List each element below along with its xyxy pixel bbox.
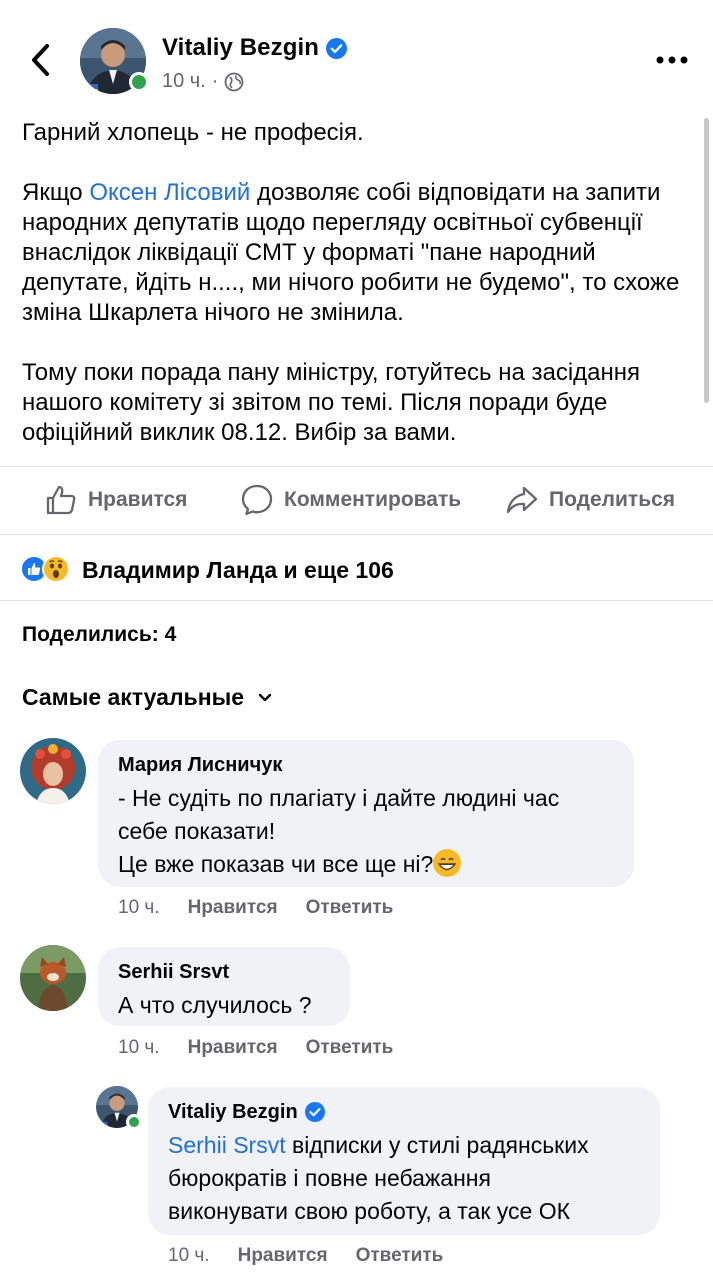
reactions-summary[interactable]: Владимир Ланда и еще 106 — [0, 534, 713, 600]
author-avatar[interactable] — [80, 28, 149, 94]
reply-bubble: Vitaliy Bezgin Serhii Srsvt відписки у с… — [148, 1087, 660, 1235]
back-button[interactable] — [22, 40, 58, 80]
comment-time[interactable]: 10 ч. — [118, 1037, 160, 1059]
reply-like-button[interactable]: Нравится — [238, 1245, 328, 1267]
chevron-left-icon — [32, 44, 49, 76]
reply-avatar-wrap[interactable] — [96, 1086, 142, 1130]
like-label: Нравится — [88, 488, 188, 511]
online-status-dot — [129, 72, 149, 92]
comment-bubble: Serhii Srsvt А что случилось ? — [98, 947, 350, 1026]
globe-icon — [225, 72, 244, 91]
comment-text: - Не судіть по плагіату і дайте людині ч… — [118, 785, 560, 877]
comment-author[interactable]: Мария Лисничук — [118, 752, 614, 778]
verified-badge-icon — [326, 37, 348, 59]
more-options-button[interactable] — [655, 48, 689, 72]
grinning-face-icon — [433, 849, 462, 877]
meta-separator: · — [211, 70, 219, 92]
wow-icon — [42, 555, 70, 583]
comment-bubble-icon — [241, 484, 273, 516]
post-header: Vitaliy Bezgin 10 ч. · — [0, 0, 713, 110]
commenter-avatar[interactable] — [20, 945, 86, 1011]
reply-meta: 10 ч. Нравится Ответить — [168, 1245, 443, 1267]
online-status-dot — [126, 1114, 142, 1130]
comment-author[interactable]: Serhii Srsvt — [118, 959, 330, 985]
verified-badge-icon — [304, 1102, 325, 1122]
commenter-avatar[interactable] — [20, 738, 86, 804]
post-paragraph-3: Тому поки порада пану міністру, готуйтес… — [22, 359, 640, 446]
comment-reply-button[interactable]: Ответить — [306, 897, 394, 919]
comment-sort-dropdown[interactable]: Самые актуальные — [22, 684, 272, 711]
comment-like-button[interactable]: Нравится — [188, 897, 278, 919]
reply-author[interactable]: Vitaliy Bezgin — [168, 1099, 298, 1125]
share-label: Поделиться — [549, 488, 676, 511]
scrollbar[interactable] — [704, 118, 709, 403]
more-dots-icon — [656, 56, 688, 64]
share-button[interactable]: Поделиться — [505, 481, 675, 519]
share-arrow-icon — [506, 486, 538, 514]
mention-link[interactable]: Оксен Лісовий — [89, 179, 250, 206]
comment-like-button[interactable]: Нравится — [188, 1037, 278, 1059]
reaction-icons — [20, 555, 76, 583]
reply-time[interactable]: 10 ч. — [168, 1245, 210, 1267]
chevron-down-icon — [258, 693, 272, 701]
comment-reply-button[interactable]: Ответить — [306, 1037, 394, 1059]
comment-text: А что случилось ? — [118, 992, 312, 1018]
reply-mention-link[interactable]: Serhii Srsvt — [168, 1132, 286, 1158]
comment-meta: 10 ч. Нравится Ответить — [118, 1037, 393, 1059]
post-time[interactable]: 10 ч. — [162, 70, 206, 93]
shares-row: Поделились: 4 — [0, 600, 713, 670]
reply-reply-button[interactable]: Ответить — [356, 1245, 444, 1267]
post-paragraph-2: Якщо Оксен Лісовий дозволяє собі відпові… — [22, 179, 680, 326]
reactions-count-text[interactable]: Владимир Ланда и еще 106 — [82, 557, 394, 584]
like-button[interactable]: Нравится — [44, 481, 187, 519]
sort-label: Самые актуальные — [22, 684, 245, 710]
post-actions-bar: Нравится Комментировать Поделиться — [0, 466, 713, 534]
comment-bubble: Мария Лисничук - Не судіть по плагіату і… — [98, 740, 634, 887]
comment-button[interactable]: Комментировать — [240, 481, 461, 519]
thumbs-up-icon — [46, 485, 76, 515]
post-text: Гарний хлопець - не професія. Якщо Оксен… — [22, 118, 702, 478]
shares-count[interactable]: Поделились: 4 — [22, 623, 176, 647]
reply-text: Serhii Srsvt відписки у стилі радянських… — [168, 1132, 589, 1224]
comment-time[interactable]: 10 ч. — [118, 897, 160, 919]
post-meta: 10 ч. · — [162, 70, 244, 93]
post-paragraph-1: Гарний хлопець - не професія. — [22, 119, 364, 146]
comment-meta: 10 ч. Нравится Ответить — [118, 897, 393, 919]
comment-label: Комментировать — [284, 488, 462, 511]
author-name[interactable]: Vitaliy Bezgin — [162, 34, 319, 62]
